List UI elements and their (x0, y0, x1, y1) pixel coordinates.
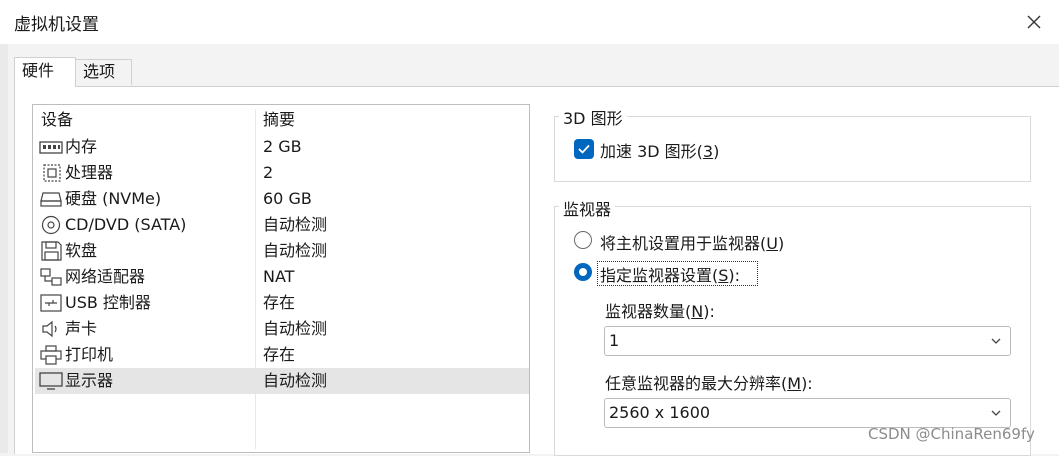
watermark-text: CSDN @ChinaRen69fy (868, 425, 1035, 443)
device-name: 内存 (65, 137, 98, 156)
access-key: N (691, 302, 704, 321)
device-name: 显示器 (65, 371, 114, 390)
chevron-down-icon (991, 338, 1001, 344)
specify-monitor-settings-radio[interactable] (574, 263, 592, 281)
device-name: USB 控制器 (65, 293, 151, 312)
access-key: U (766, 234, 778, 253)
device-row-processor[interactable]: 处理器 2 (35, 160, 529, 186)
label-text: 指定监视器设置( (600, 266, 719, 285)
device-summary: NAT (263, 267, 295, 286)
floppy-icon (41, 241, 62, 261)
device-name: 网络适配器 (65, 267, 146, 286)
access-key: 3 (702, 142, 714, 161)
close-button[interactable] (1017, 6, 1051, 38)
max-resolution-select[interactable]: 2560 x 1600 (604, 398, 1011, 428)
monitor-count-value: 1 (609, 331, 620, 350)
label-close: ) (713, 142, 720, 161)
device-row-network-adapter[interactable]: 网络适配器 NAT (35, 264, 529, 290)
column-header-summary[interactable]: 摘要 (263, 105, 295, 135)
device-summary: 存在 (263, 293, 296, 312)
checkmark-icon (578, 144, 590, 154)
device-row-hard-disk[interactable]: 硬盘 (NVMe) 60 GB (35, 186, 529, 212)
window-title: 虚拟机设置 (14, 15, 99, 35)
device-summary: 60 GB (263, 189, 312, 208)
label-close: ): (728, 266, 741, 285)
access-key: M (787, 374, 802, 393)
monitor-group-title: 监视器 (559, 196, 616, 220)
label-text: 加速 3D 图形( (600, 142, 703, 161)
title-bar: 虚拟机设置 (0, 0, 1059, 44)
device-row-display[interactable]: 显示器 自动检测 (35, 368, 529, 394)
printer-icon (40, 345, 62, 365)
device-name: 硬盘 (NVMe) (65, 189, 162, 208)
sound-card-icon (42, 320, 57, 338)
device-row-sound-card[interactable]: 声卡 自动检测 (35, 316, 529, 342)
label-close: ) (777, 234, 785, 253)
access-key: S (718, 266, 729, 285)
device-row-floppy[interactable]: 软盘 自动检测 (35, 238, 529, 264)
use-host-settings-radio[interactable] (574, 231, 592, 249)
device-name: CD/DVD (SATA) (65, 215, 187, 234)
device-name: 处理器 (65, 163, 114, 182)
device-summary: 自动检测 (263, 215, 328, 234)
device-name: 打印机 (65, 345, 114, 364)
device-summary: 自动检测 (263, 241, 328, 260)
device-summary: 2 (263, 163, 274, 182)
memory-icon (39, 141, 63, 154)
label-text: 将主机设置用于监视器( (600, 234, 767, 253)
device-summary: 自动检测 (263, 319, 328, 338)
device-row-printer[interactable]: 打印机 存在 (35, 342, 529, 368)
label-text: 监视器数量( (605, 302, 692, 321)
device-row-cd-dvd[interactable]: CD/DVD (SATA) 自动检测 (35, 212, 529, 238)
tab-options[interactable]: 选项 (75, 59, 132, 85)
max-resolution-value: 2560 x 1600 (609, 403, 711, 422)
device-summary: 自动检测 (263, 371, 328, 390)
tab-hardware[interactable]: 硬件 (14, 57, 76, 87)
label-close: ): (703, 302, 715, 321)
column-header-device[interactable]: 设备 (41, 105, 73, 135)
label-close: ): (801, 374, 813, 393)
specify-monitor-settings-label[interactable]: 指定监视器设置(S): (600, 262, 740, 286)
window-left-edge (0, 44, 8, 453)
graphics-3d-group-title: 3D 图形 (559, 105, 627, 129)
device-row-memory[interactable]: 内存 2 GB (35, 134, 529, 160)
cd-dvd-icon (41, 215, 61, 235)
accelerate-3d-label[interactable]: 加速 3D 图形(3) (600, 138, 719, 162)
chevron-down-icon (991, 410, 1001, 416)
network-adapter-icon (40, 268, 62, 286)
max-resolution-label: 任意监视器的最大分辨率(M): (605, 370, 813, 394)
label-text: 任意监视器的最大分辨率( (605, 374, 788, 393)
close-icon (1027, 15, 1041, 29)
monitor-count-label: 监视器数量(N): (605, 298, 715, 322)
hard-disk-icon (40, 192, 62, 207)
processor-icon (43, 164, 61, 182)
device-list[interactable]: 设备 摘要 内存 2 GB 处理器 2 硬盘 (NVMe) 60 GB CD/D… (32, 104, 530, 453)
device-row-usb-controller[interactable]: USB 控制器 存在 (35, 290, 529, 316)
device-name: 软盘 (65, 241, 98, 260)
device-name: 声卡 (65, 319, 98, 338)
usb-icon (40, 294, 62, 312)
display-icon (39, 372, 63, 390)
monitor-count-select[interactable]: 1 (604, 326, 1011, 356)
device-summary: 2 GB (263, 137, 302, 156)
accelerate-3d-checkbox[interactable] (574, 139, 594, 159)
use-host-settings-label[interactable]: 将主机设置用于监视器(U) (600, 230, 784, 254)
device-summary: 存在 (263, 345, 296, 364)
